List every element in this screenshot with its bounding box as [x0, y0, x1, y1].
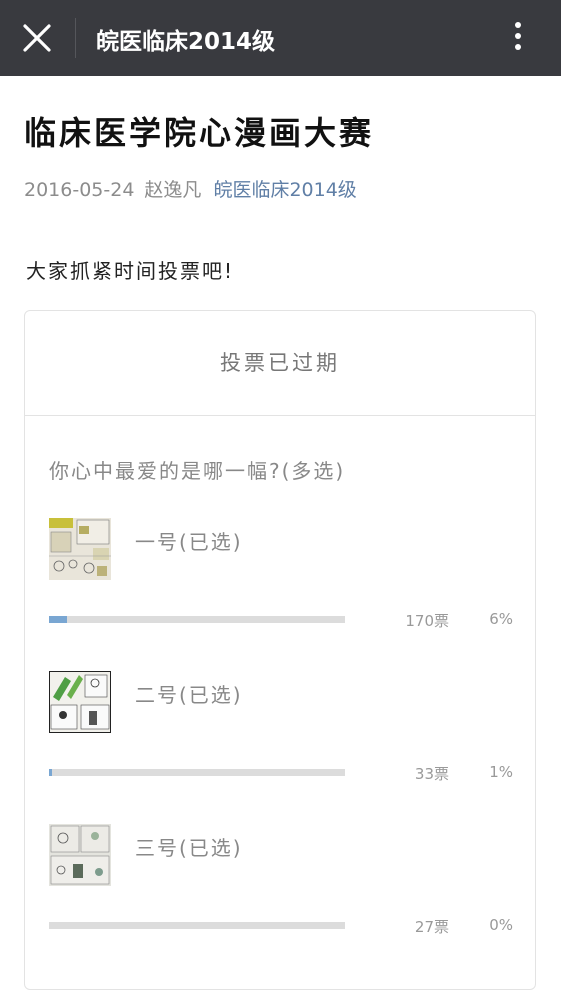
article-title: 临床医学院心漫画大赛 [24, 114, 375, 152]
close-icon [23, 24, 51, 52]
vote-question: 你心中最爱的是哪一幅?(多选) [49, 459, 346, 483]
option-percent: 1% [489, 763, 513, 781]
account-link[interactable]: 皖医临床2014级 [213, 179, 356, 201]
author-name: 赵逸凡 [144, 179, 202, 201]
more-options-button[interactable] [500, 18, 536, 58]
topbar-title: 皖医临床2014级 [96, 29, 276, 55]
option-progress-fill [49, 769, 52, 776]
option-label: 三号(已选) [135, 836, 243, 860]
vote-option-2[interactable]: 二号(已选) 33票 1% [25, 671, 535, 811]
option-progress-bar [49, 616, 345, 623]
comic-image [49, 671, 111, 733]
top-bar: 皖医临床2014级 [0, 0, 561, 76]
option-progress-bar [49, 769, 345, 776]
vote-card: 投票已过期 你心中最爱的是哪一幅?(多选) 一号(已选) 170票 6% 二号(… [24, 310, 536, 990]
more-vertical-icon [500, 22, 536, 50]
vote-option-3[interactable]: 三号(已选) 27票 0% [25, 824, 535, 964]
option-progress-bar [49, 922, 345, 929]
close-button[interactable] [14, 16, 60, 60]
option-label: 二号(已选) [135, 683, 243, 707]
option-percent: 6% [489, 610, 513, 628]
option-vote-count: 170票 [405, 612, 449, 630]
option-vote-count: 27票 [414, 918, 449, 936]
option-label: 一号(已选) [135, 530, 243, 554]
option-progress-fill [49, 616, 67, 623]
article-meta: 2016-05-24 赵逸凡 皖医临床2014级 [24, 175, 357, 202]
option-percent: 0% [489, 916, 513, 934]
vote-option-1[interactable]: 一号(已选) 170票 6% [25, 518, 535, 658]
option-3-thumbnail[interactable] [49, 824, 111, 886]
publish-date: 2016-05-24 [24, 179, 135, 201]
comic-image [49, 518, 111, 580]
option-vote-count: 33票 [414, 765, 449, 783]
vote-status: 投票已过期 [25, 311, 535, 416]
comic-image [49, 824, 111, 886]
option-2-thumbnail[interactable] [49, 671, 111, 733]
article-intro: 大家抓紧时间投票吧! [26, 259, 235, 283]
option-1-thumbnail[interactable] [49, 518, 111, 580]
topbar-divider [75, 18, 76, 58]
